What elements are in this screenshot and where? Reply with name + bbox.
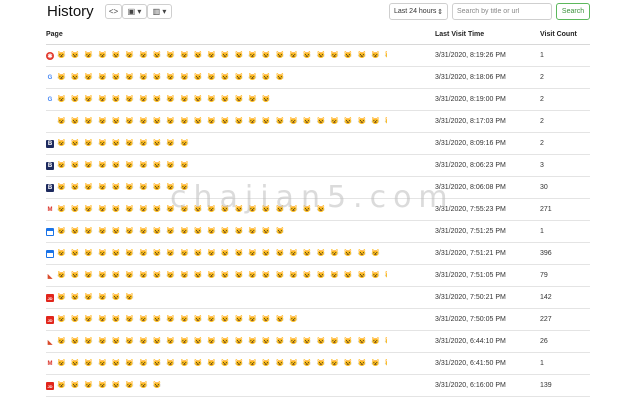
table-row[interactable]: 😺 😺 😺 😺 😺 😺 😺 😺 😺 😺 😺 😺 😺 😺 😺 😺 😺 😺 😺 😺 …: [46, 243, 590, 265]
b-icon: B: [46, 140, 54, 148]
page-title-link[interactable]: 😺 😺 😺 😺 😺 😺 😺 😺 😺 😺 😺 😺 😺 😺 😺 😺 😺: [57, 227, 387, 235]
table-row[interactable]: JD 😺 😺 😺 😺 😺 😺 3/31/2020, 7:50:21 PM 142: [46, 287, 590, 309]
search-button[interactable]: Search: [556, 3, 590, 20]
visit-count: 2: [540, 96, 544, 103]
visit-count: 271: [540, 206, 552, 213]
page-title-link[interactable]: 😺 😺 😺 😺 😺 😺 😺 😺 😺 😺 😺 😺 😺 😺 😺 😺 😺 😺 😺 😺 …: [57, 249, 387, 257]
table-row[interactable]: JD 😺 😺 😺 😺 😺 😺 😺 😺 3/31/2020, 6:16:00 PM 13…: [46, 375, 590, 397]
page-title-link[interactable]: 😺 😺 😺 😺 😺 😺 😺 😺 😺 😺 😺 😺 😺 😺 😺 😺 😺 😺 😺 😺 …: [57, 117, 387, 125]
visit-count: 142: [540, 294, 552, 301]
jd-icon: JD: [46, 382, 54, 390]
table-row[interactable]: JD 😺 😺 😺 😺 😺 😺 😺 😺 😺 😺 😺 😺 😺 😺 😺 😺 😺 😺 3/3…: [46, 309, 590, 331]
visit-count: 1: [540, 360, 544, 367]
column-header-visit-count[interactable]: Visit Count: [540, 31, 577, 38]
blank-favicon-icon: [46, 118, 54, 126]
page-title-link[interactable]: 😺 😺 😺 😺 😺 😺 😺 😺 😺 😺 😺 😺 😺 😺 😺 😺 😺 😺 😺 😺 …: [57, 337, 387, 345]
page-title-link[interactable]: 😺 😺 😺 😺 😺 😺 😺 😺 😺 😺 😺 😺 😺 😺 😺 😺 😺: [57, 73, 387, 81]
column-header-last-visit-time[interactable]: Last Visit Time: [435, 31, 484, 38]
visit-count: 30: [540, 184, 548, 191]
last-visit-time: 3/31/2020, 6:16:00 PM: [435, 382, 506, 389]
page-title-link[interactable]: 😺 😺 😺 😺 😺 😺 😺 😺 😺 😺: [57, 139, 387, 147]
page-title-link[interactable]: 😺 😺 😺 😺 😺 😺 😺 😺 😺 😺 😺 😺 😺 😺 😺 😺 😺 😺 😺 😺 …: [57, 359, 387, 367]
last-visit-time: 3/31/2020, 7:51:21 PM: [435, 250, 506, 257]
visit-count: 139: [540, 382, 552, 389]
visit-count: 396: [540, 250, 552, 257]
page-title-link[interactable]: 😺 😺 😺 😺 😺 😺 😺 😺 😺 😺 😺 😺 😺 😺 😺 😺 😺 😺 😺 😺 …: [57, 271, 387, 279]
last-visit-time: 3/31/2020, 8:19:00 PM: [435, 96, 506, 103]
visit-count: 2: [540, 74, 544, 81]
visit-count: 26: [540, 338, 548, 345]
page-title-link[interactable]: 😺 😺 😺 😺 😺 😺: [57, 293, 387, 301]
table-row[interactable]: 😺 😺 😺 😺 😺 😺 😺 😺 😺 😺 😺 😺 😺 😺 😺 😺 😺 3/31/20…: [46, 221, 590, 243]
visit-count: 79: [540, 272, 548, 279]
table-row[interactable]: 😺 😺 😺 😺 😺 😺 😺 😺 😺 😺 😺 😺 😺 😺 😺 😺 😺 😺 😺 😺 …: [46, 111, 590, 133]
time-range-value: Last 24 hours: [394, 8, 437, 15]
chevron-updown-icon: ⇕: [437, 8, 443, 16]
column-header-page[interactable]: Page: [46, 31, 63, 38]
b-icon: B: [46, 162, 54, 170]
jd-icon: JD: [46, 316, 54, 324]
last-visit-time: 3/31/2020, 7:50:05 PM: [435, 316, 506, 323]
last-visit-time: 3/31/2020, 8:06:08 PM: [435, 184, 506, 191]
last-visit-time: 3/31/2020, 7:50:21 PM: [435, 294, 506, 301]
page-title-link[interactable]: 😺 😺 😺 😺 😺 😺 😺 😺 😺 😺 😺 😺 😺 😺 😺 😺: [57, 95, 387, 103]
last-visit-time: 3/31/2020, 8:06:23 PM: [435, 162, 506, 169]
red-circle-icon: ✱: [46, 52, 54, 60]
page-title-link[interactable]: 😺 😺 😺 😺 😺 😺 😺 😺 😺 😺: [57, 183, 387, 191]
time-range-select[interactable]: Last 24 hours ⇕: [389, 3, 448, 20]
table-row[interactable]: B 😺 😺 😺 😺 😺 😺 😺 😺 😺 😺 3/31/2020, 8:09:16 P…: [46, 133, 590, 155]
calendar-icon: [46, 228, 54, 236]
jd-icon: JD: [46, 294, 54, 302]
last-visit-time: 3/31/2020, 8:17:03 PM: [435, 118, 506, 125]
shoe-icon: ◣: [47, 339, 53, 346]
last-visit-time: 3/31/2020, 8:19:26 PM: [435, 52, 506, 59]
table-row[interactable]: B 😺 😺 😺 😺 😺 😺 😺 😺 😺 😺 3/31/2020, 8:06:08 P…: [46, 177, 590, 199]
gmail-icon: M: [47, 207, 53, 213]
last-visit-time: 3/31/2020, 6:44:10 PM: [435, 338, 506, 345]
google-icon: G: [47, 75, 53, 81]
b-icon: B: [46, 184, 54, 192]
code-view-button[interactable]: <>: [105, 4, 122, 19]
table-row[interactable]: M 😺 😺 😺 😺 😺 😺 😺 😺 😺 😺 😺 😺 😺 😺 😺 😺 😺 😺 😺 😺…: [46, 199, 590, 221]
gmail-icon: M: [47, 361, 53, 367]
last-visit-time: 3/31/2020, 8:18:06 PM: [435, 74, 506, 81]
table-row[interactable]: G 😺 😺 😺 😺 😺 😺 😺 😺 😺 😺 😺 😺 😺 😺 😺 😺 😺 3/31/2…: [46, 67, 590, 89]
visit-count: 1: [540, 52, 544, 59]
table-row[interactable]: ◣ 😺 😺 😺 😺 😺 😺 😺 😺 😺 😺 😺 😺 😺 😺 😺 😺 😺 😺 😺 😺…: [46, 331, 590, 353]
image-view-dropdown[interactable]: ▣ ▾: [122, 4, 147, 19]
google-icon: G: [47, 97, 53, 103]
page-title: History: [47, 3, 94, 20]
last-visit-time: 3/31/2020, 7:51:05 PM: [435, 272, 506, 279]
table-row[interactable]: ✱ 😺 😺 😺 😺 😺 😺 😺 😺 😺 😺 😺 😺 😺 😺 😺 😺 😺 😺 😺 😺…: [46, 45, 590, 67]
table-header: Page Last Visit Time Visit Count: [46, 26, 590, 45]
history-table-body: ✱ 😺 😺 😺 😺 😺 😺 😺 😺 😺 😺 😺 😺 😺 😺 😺 😺 😺 😺 😺 😺…: [46, 45, 590, 397]
page-title-link[interactable]: 😺 😺 😺 😺 😺 😺 😺 😺 😺 😺 😺 😺 😺 😺 😺 😺 😺 😺 😺 😺: [57, 205, 387, 213]
table-row[interactable]: ◣ 😺 😺 😺 😺 😺 😺 😺 😺 😺 😺 😺 😺 😺 😺 😺 😺 😺 😺 😺 😺…: [46, 265, 590, 287]
last-visit-time: 3/31/2020, 8:09:16 PM: [435, 140, 506, 147]
page-header: History <> ▣ ▾ ▥ ▾ Last 24 hours ⇕ Searc…: [0, 0, 640, 26]
page-title-link[interactable]: 😺 😺 😺 😺 😺 😺 😺 😺 😺 😺 😺 😺 😺 😺 😺 😺 😺 😺: [57, 315, 387, 323]
last-visit-time: 3/31/2020, 7:51:25 PM: [435, 228, 506, 235]
layout-view-dropdown[interactable]: ▥ ▾: [147, 4, 172, 19]
calendar-icon: [46, 250, 54, 258]
page-title-link[interactable]: 😺 😺 😺 😺 😺 😺 😺 😺 😺 😺 😺 😺 😺 😺 😺 😺 😺 😺 😺 😺 …: [57, 51, 387, 59]
table-row[interactable]: M 😺 😺 😺 😺 😺 😺 😺 😺 😺 😺 😺 😺 😺 😺 😺 😺 😺 😺 😺 😺…: [46, 353, 590, 375]
last-visit-time: 3/31/2020, 7:55:23 PM: [435, 206, 506, 213]
table-row[interactable]: G 😺 😺 😺 😺 😺 😺 😺 😺 😺 😺 😺 😺 😺 😺 😺 😺 3/31/202…: [46, 89, 590, 111]
visit-count: 227: [540, 316, 552, 323]
page-title-link[interactable]: 😺 😺 😺 😺 😺 😺 😺 😺 😺 😺: [57, 161, 387, 169]
visit-count: 3: [540, 162, 544, 169]
visit-count: 2: [540, 118, 544, 125]
search-input[interactable]: [452, 3, 552, 20]
page-title-link[interactable]: 😺 😺 😺 😺 😺 😺 😺 😺: [57, 381, 387, 389]
shoe-icon: ◣: [47, 273, 53, 280]
visit-count: 1: [540, 228, 544, 235]
last-visit-time: 3/31/2020, 6:41:50 PM: [435, 360, 506, 367]
table-row[interactable]: B 😺 😺 😺 😺 😺 😺 😺 😺 😺 😺 3/31/2020, 8:06:23 P…: [46, 155, 590, 177]
visit-count: 2: [540, 140, 544, 147]
